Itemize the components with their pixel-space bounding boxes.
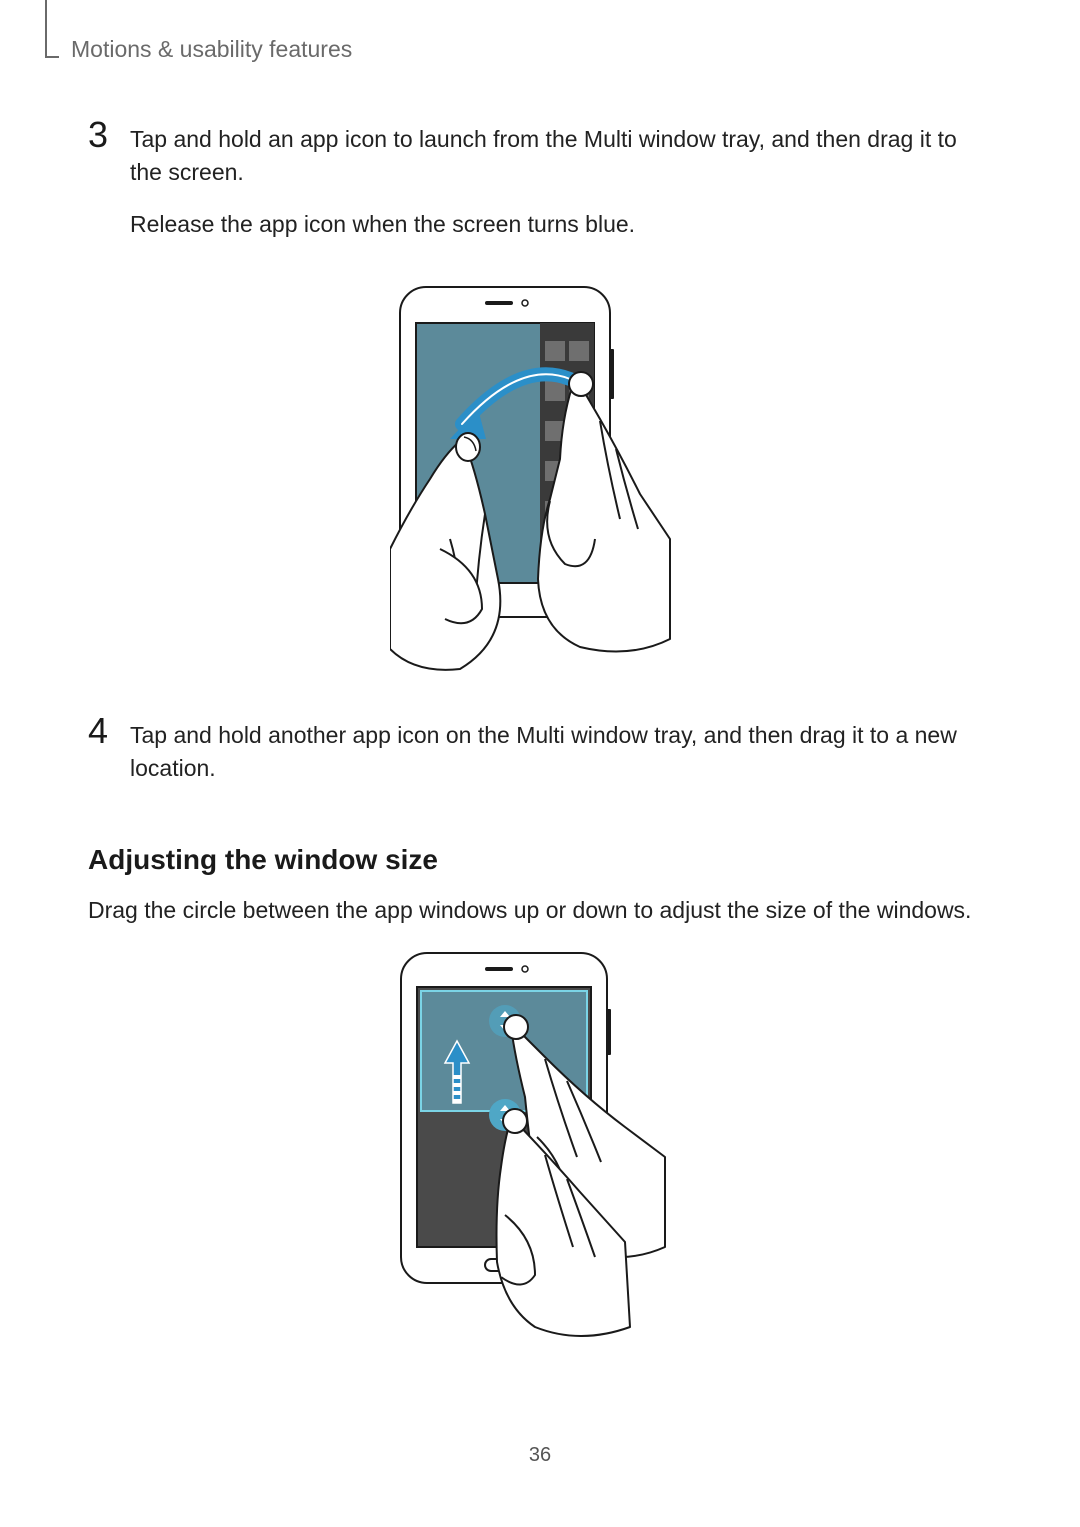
step-number: 3	[88, 117, 130, 259]
step-4: 4 Tap and hold another app icon on the M…	[88, 719, 992, 804]
subsection-heading: Adjusting the window size	[88, 844, 992, 876]
body-paragraph: Drag the circle between the app windows …	[88, 894, 992, 927]
step-text: Release the app icon when the screen tur…	[130, 208, 992, 241]
step-text: Tap and hold another app icon on the Mul…	[130, 719, 992, 786]
step-number: 4	[88, 713, 130, 804]
illustration-drag-app-icon	[88, 279, 992, 679]
page-content: 3 Tap and hold an app icon to launch fro…	[0, 63, 1080, 1337]
step-text: Tap and hold an app icon to launch from …	[130, 123, 992, 190]
step-body: Tap and hold an app icon to launch from …	[130, 123, 992, 259]
illustration-adjust-window-size	[88, 947, 992, 1337]
section-title: Motions & usability features	[71, 30, 1080, 63]
device-resize-icon	[395, 947, 685, 1337]
step-body: Tap and hold another app icon on the Mul…	[130, 719, 992, 804]
page-header: Motions & usability features	[0, 0, 1080, 63]
header-accent-mark	[45, 0, 47, 58]
device-gesture-icon	[390, 279, 690, 679]
step-3: 3 Tap and hold an app icon to launch fro…	[88, 123, 992, 259]
page-number: 36	[0, 1444, 1080, 1467]
